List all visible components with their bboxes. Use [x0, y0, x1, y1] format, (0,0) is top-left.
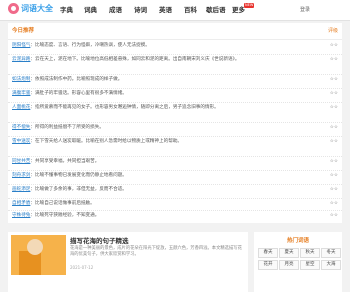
nav-item-cidian[interactable]: 词典: [84, 0, 97, 20]
word-link[interactable]: 得不偿失: [12, 125, 30, 130]
word-definition: 依照成法制作中药。比喻照现成的样子做。: [35, 77, 123, 82]
nav-item-shici[interactable]: 诗词: [134, 0, 147, 20]
rating: ☆☆: [329, 77, 338, 82]
tag-link[interactable]: 夏天: [279, 248, 299, 258]
word-link[interactable]: 人面桃花: [12, 105, 30, 110]
word-link[interactable]: 画蛇添足: [12, 187, 30, 192]
tag-link[interactable]: 大海: [321, 260, 341, 270]
word-definition: 在下雪天给人送炭取暖。比喻在别人急需时给以物质上或精神上的帮助。: [35, 139, 183, 144]
list-item: 画蛇添足：比喻做了多余的事，非但无益，反而不合适。 ☆☆: [8, 184, 342, 199]
word-definition: 满肚子的牢骚话。形容心里有很多不满情绪。: [35, 91, 127, 96]
nav-item-baike[interactable]: 百科: [184, 0, 197, 20]
list-item: 云泥异路：云在天上，泥在地下。比喻地位高低相差悬殊，如同云和泥的距离。出自南朝宋…: [8, 54, 342, 75]
rating: ☆☆: [329, 91, 338, 96]
tag-link[interactable]: 星空: [300, 260, 320, 270]
hot-words-panel: 热门词语 春天 夏天 秋天 冬天 花开 月亮 星空 大海: [254, 232, 342, 292]
card-title: 今日推荐: [12, 28, 35, 34]
word-definition: 比喻不懂事物已发展变化而仍静止地看问题。: [35, 173, 127, 178]
word-definition: 比喻做了多余的事，非但无益，反而不合适。: [35, 187, 127, 192]
rating: ☆☆: [329, 173, 338, 178]
rating: ☆☆: [329, 159, 338, 164]
word-definition: 云在天上，泥在地下。比喻地位高低相差悬殊，如同云和泥的距离。出自南朝宋刘义庆《世…: [35, 57, 240, 62]
nav-item-chengyu[interactable]: 成语: [109, 0, 122, 20]
list-item: 如法炮制：依照成法制作中药。比喻照现成的样子做。 ☆☆: [8, 74, 342, 89]
tag-link[interactable]: 冬天: [321, 248, 341, 258]
article-card[interactable]: 描写花海的句子精选 花海是一种美丽的景色，成片的花朵在阳光下绽放，五颜六色，芳香…: [8, 232, 248, 292]
list-item: 人面桃花：指所爱慕而不能再见的女子。也形容男女邂逅钟情，随即分离之后，男子追念旧…: [8, 102, 342, 123]
nav-item-xiehouyu[interactable]: 歇后语: [206, 0, 226, 20]
word-definition: 比喻态度、言语、行为怪僻，冷嘲热讽，使人无法捉摸。: [35, 43, 150, 48]
nav-item-zidian[interactable]: 字典: [60, 0, 73, 20]
article-date: 2021-07-12: [70, 265, 94, 270]
rating: ☆☆: [329, 213, 338, 218]
logo-text: 词语大全: [21, 4, 53, 13]
rating: ☆☆: [329, 105, 338, 110]
list-item: 同甘共苦：共同享受幸福，共同担当艰苦。 ☆☆: [8, 156, 342, 171]
word-definition: 指所爱慕而不能再见的女子。也形容男女邂逅钟情，随即分离之后，男子追念旧事的情形。: [35, 105, 219, 110]
site-logo[interactable]: 词语大全: [8, 3, 54, 16]
panel-title: 热门词语: [286, 238, 309, 244]
word-definition: 比喻自己说话做事前后抵触。: [35, 201, 95, 206]
column-label: 评级: [327, 28, 338, 34]
list-item: 刻舟求剑：比喻不懂事物已发展变化而仍静止地看问题。 ☆☆: [8, 170, 342, 185]
rating: ☆☆: [329, 139, 338, 144]
tag-link[interactable]: 春天: [258, 248, 278, 258]
login-link[interactable]: 登录: [300, 0, 310, 20]
word-link[interactable]: 满腹牢骚: [12, 91, 30, 96]
rating: ☆☆: [329, 57, 338, 62]
tag-link[interactable]: 月亮: [279, 260, 299, 270]
word-definition: 共同享受幸福，共同担当艰苦。: [35, 159, 100, 164]
recommend-list-card: 今日推荐 评级 阴阳怪气：比喻态度、言语、行为怪僻，冷嘲热讽，使人无法捉摸。 ☆…: [8, 23, 342, 223]
list-item: 守株待兔：比喻死守狭隘经验，不知变通。 ☆☆: [12, 213, 338, 218]
word-link[interactable]: 自相矛盾: [12, 201, 30, 206]
rating: ☆☆: [329, 187, 338, 192]
rating: ☆☆: [329, 125, 338, 130]
word-definition: 所得的利益抵偿不了所受的损失。: [35, 125, 104, 130]
card-header: 今日推荐 评级: [8, 23, 342, 40]
rating: ☆☆: [329, 43, 338, 48]
word-link[interactable]: 雪中送炭: [12, 139, 30, 144]
word-link[interactable]: 阴阳怪气: [12, 43, 30, 48]
list-item: 得不偿失：所得的利益抵偿不了所受的损失。 ☆☆: [8, 122, 342, 137]
word-definition: 比喻死守狭隘经验，不知变通。: [35, 213, 100, 218]
nav-item-yingyu[interactable]: 英语: [159, 0, 172, 20]
article-thumbnail[interactable]: [11, 235, 66, 275]
word-link[interactable]: 同甘共苦: [12, 159, 30, 164]
rating: ☆☆: [329, 201, 338, 206]
logo-icon: [8, 3, 19, 14]
list-item: 满腹牢骚：满肚子的牢骚话。形容心里有很多不满情绪。 ☆☆: [8, 88, 342, 103]
tag-link[interactable]: 花开: [258, 260, 278, 270]
list-item: 阴阳怪气：比喻态度、言语、行为怪僻，冷嘲热讽，使人无法捉摸。 ☆☆: [8, 40, 342, 55]
top-navigation-bar: 词语大全 字典 词典 成语 诗词 英语 百科 诗句 歇后语 更多 NEW 登录: [0, 0, 350, 21]
word-link[interactable]: 如法炮制: [12, 77, 30, 82]
word-link[interactable]: 云泥异路: [12, 57, 30, 62]
word-link[interactable]: 刻舟求剑: [12, 173, 30, 178]
list-item: 雪中送炭：在下雪天给人送炭取暖。比喻在别人急需时给以物质上或精神上的帮助。 ☆☆: [8, 136, 342, 157]
new-badge: NEW: [244, 3, 255, 8]
word-link[interactable]: 守株待兔: [12, 213, 30, 218]
article-title[interactable]: 描写花海的句子精选: [70, 235, 129, 245]
tag-link[interactable]: 秋天: [300, 248, 320, 258]
article-summary: 花海是一种美丽的景色，成片的花朵在阳光下绽放，五颜六色，芳香四溢。本文精选描写花…: [70, 246, 242, 257]
